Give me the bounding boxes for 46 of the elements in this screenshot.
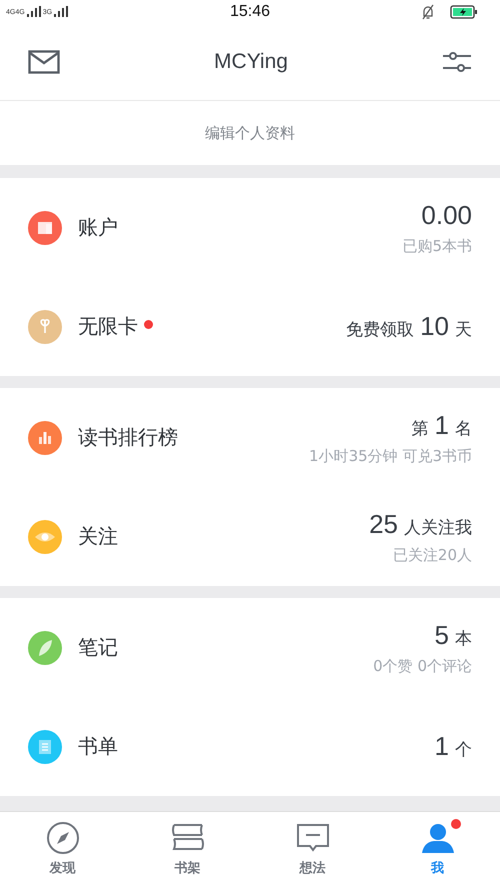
value-unit: 本 (455, 628, 472, 650)
row-label: 笔记 (78, 634, 118, 661)
menu-row[interactable]: 账户 0.00 已购5本书 (0, 178, 500, 277)
books-icon (170, 823, 204, 853)
edit-profile-link[interactable]: 编辑个人资料 (205, 124, 295, 142)
value-number: 1 (434, 410, 449, 440)
tab[interactable]: 想法 (250, 812, 375, 886)
person-icon (420, 822, 454, 854)
value-unit: 名 (455, 418, 472, 440)
muted-bell-icon (420, 4, 436, 20)
signal-icon (53, 6, 70, 18)
row-label: 无限卡 (78, 313, 138, 340)
value-unit: 个 (455, 739, 472, 761)
mail-icon[interactable] (28, 50, 60, 74)
comment-icon (296, 823, 330, 853)
menu-row[interactable]: 笔记 5 本 0个赞 0个评论 (0, 598, 500, 697)
value-unit: 天 (455, 319, 472, 341)
tab[interactable]: 我 (375, 812, 500, 886)
row-label: 账户 (78, 214, 118, 241)
value-caption: 1小时35分钟 可兑3书币 (309, 446, 472, 466)
value-number: 5 (434, 620, 449, 650)
value-unit: 人关注我 (404, 516, 472, 538)
menu-row[interactable]: 无限卡 免费领取 10 天 (0, 277, 500, 376)
value-number: 25 (369, 508, 398, 540)
settings-icon[interactable] (442, 50, 472, 74)
value-number: 10 (420, 311, 449, 342)
row-label: 书单 (78, 733, 118, 760)
battery-icon (450, 5, 478, 19)
value-caption: 0个赞 0个评论 (373, 656, 472, 676)
value-prefix: 免费领取 (346, 319, 414, 341)
compass-icon (46, 821, 80, 855)
value-prefix: 第 (412, 418, 429, 440)
value-number: 0.00 (421, 200, 472, 230)
value-caption: 已购5本书 (402, 236, 472, 256)
signal-icon (26, 6, 42, 18)
status-time: 15:46 (230, 3, 270, 21)
tab[interactable]: 书架 (125, 812, 250, 886)
value-number: 1 (434, 731, 449, 762)
row-label: 关注 (78, 523, 118, 550)
menu-row[interactable]: 书单 1 个 (0, 697, 500, 796)
menu-row[interactable]: 关注 25 人关注我 已关注20人 (0, 487, 500, 586)
profile-name: MCYing (214, 50, 288, 74)
menu-row[interactable]: 读书排行榜 第 1 名 1小时35分钟 可兑3书币 (0, 388, 500, 487)
tab[interactable]: 发现 (0, 812, 125, 886)
value-caption: 已关注20人 (392, 546, 472, 564)
row-label: 读书排行榜 (78, 424, 178, 451)
